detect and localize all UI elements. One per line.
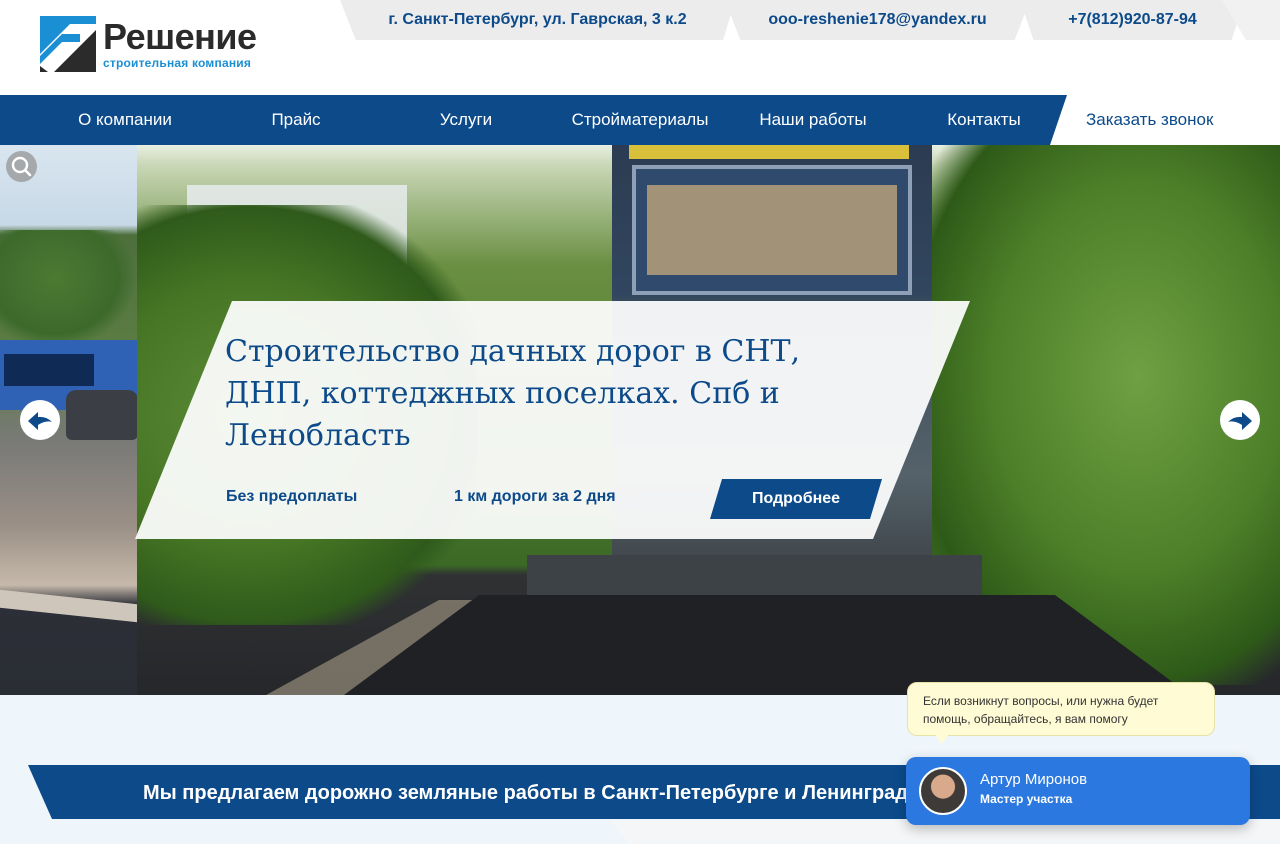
slider-next-button[interactable] bbox=[1220, 400, 1260, 440]
nav-item-materials[interactable]: Стройматериалы bbox=[560, 95, 720, 145]
slide-paver-cab-interior bbox=[647, 185, 897, 275]
hero-title: Строительство дачных дорог в СНТ, ДНП, к… bbox=[225, 334, 801, 453]
chat-widget[interactable]: Артур Миронов Мастер участка bbox=[906, 757, 1250, 825]
nav-item-services[interactable]: Услуги bbox=[416, 95, 516, 145]
email-link[interactable]: ooo-reshenie178@yandex.ru bbox=[768, 11, 986, 29]
arrow-right-icon bbox=[1228, 412, 1252, 430]
callback-button[interactable]: Заказать звонок bbox=[1050, 95, 1280, 145]
phone-strip[interactable]: +7(812)920-87-94 bbox=[1020, 0, 1245, 40]
chat-agent-name: Артур Миронов bbox=[980, 771, 1088, 788]
address-text: г. Санкт-Петербург, ул. Гаврская, 3 к.2 bbox=[388, 11, 687, 28]
hero-feature-no-prepayment: Без предоплаты bbox=[226, 488, 358, 505]
callback-button-label: Заказать звонок bbox=[1086, 110, 1214, 129]
chat-message-text: Если возникнут вопросы, или нужна будет … bbox=[923, 694, 1159, 726]
header: Решение строительная компания г. Санкт-П… bbox=[0, 0, 1280, 95]
address-strip: г. Санкт-Петербург, ул. Гаврская, 3 к.2 bbox=[340, 0, 735, 40]
logo-name: Решение bbox=[103, 16, 257, 57]
nav-item-about[interactable]: О компании bbox=[55, 95, 195, 145]
search-icon[interactable] bbox=[6, 151, 37, 182]
prev-slide-car bbox=[66, 390, 137, 440]
prev-slide-curb bbox=[0, 589, 137, 623]
logo-subtitle: строительная компания bbox=[103, 56, 252, 70]
hero-feature-speed: 1 км дороги за 2 дня bbox=[454, 488, 616, 505]
slider-prev-button[interactable] bbox=[20, 400, 60, 440]
prev-slide-tree bbox=[0, 230, 137, 350]
more-button[interactable]: Подробнее bbox=[710, 479, 882, 519]
hero-card: Строительство дачных дорог в СНТ, ДНП, к… bbox=[135, 301, 970, 539]
chat-message-bubble[interactable]: Если возникнут вопросы, или нужна будет … bbox=[907, 682, 1215, 736]
email-strip[interactable]: ooo-reshenie178@yandex.ru bbox=[725, 0, 1030, 40]
hero-slider: Строительство дачных дорог в СНТ, ДНП, к… bbox=[0, 145, 1280, 695]
nav-item-contacts[interactable]: Контакты bbox=[924, 95, 1044, 145]
arrow-left-icon bbox=[28, 412, 52, 430]
slide-paver-roof bbox=[629, 145, 909, 159]
nav-item-works[interactable]: Наши работы bbox=[743, 95, 883, 145]
slide-paver-screed bbox=[527, 555, 982, 597]
phone-link[interactable]: +7(812)920-87-94 bbox=[1068, 11, 1197, 29]
more-button-label: Подробнее bbox=[751, 490, 841, 507]
logo-mark-icon bbox=[40, 16, 96, 72]
avatar bbox=[919, 767, 967, 815]
chat-agent-role: Мастер участка bbox=[980, 792, 1073, 806]
main-nav: О компании Прайс Услуги Стройматериалы Н… bbox=[0, 95, 1280, 145]
nav-item-price[interactable]: Прайс bbox=[246, 95, 346, 145]
logo[interactable]: Решение строительная компания bbox=[40, 16, 280, 72]
